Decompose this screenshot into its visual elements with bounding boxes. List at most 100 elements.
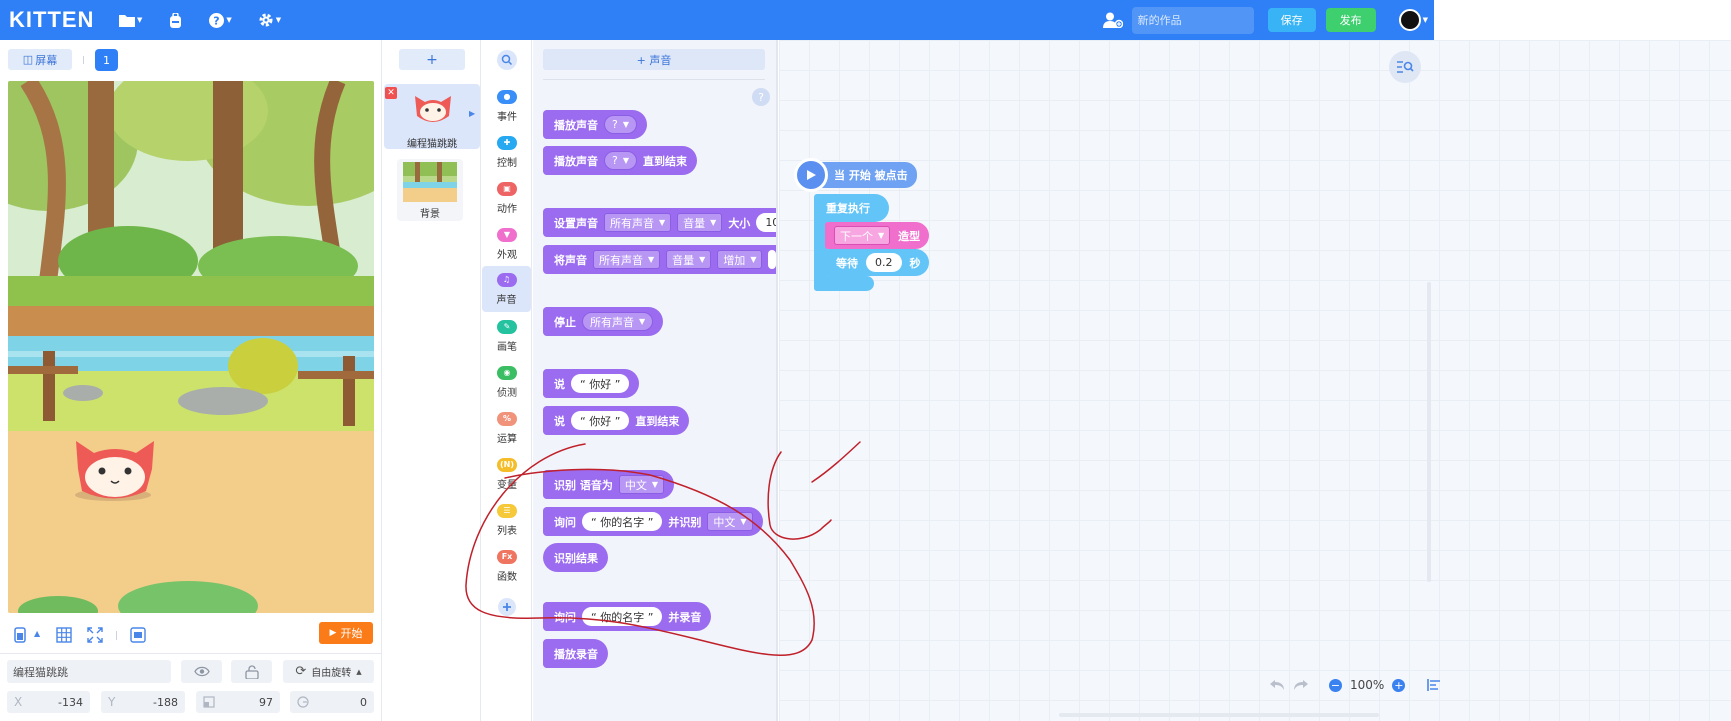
play-recording-block[interactable]: 播放录音 <box>543 639 608 668</box>
save-button[interactable]: 保存 <box>1267 8 1316 32</box>
text-input[interactable]: “ 你的名字 ” <box>582 607 663 626</box>
chevron-down-icon[interactable]: ▼ <box>1423 16 1428 24</box>
sound-target-dropdown[interactable]: 所有声音 ▼ <box>582 312 654 331</box>
chevron-down-icon: ▼ <box>750 255 757 264</box>
add-sound-button[interactable]: + 声音 <box>543 49 765 70</box>
play-sound-until-done-block[interactable]: 播放声音 ? ▼ 直到结束 <box>543 146 697 175</box>
wait-block[interactable]: 等待 0.2 秒 <box>825 249 929 276</box>
ask-and-recognize-block[interactable]: 询问 “ 你的名字 ” 并识别 中文 ▼ <box>543 507 763 536</box>
undo-icon[interactable] <box>1269 679 1285 691</box>
say-until-done-block[interactable]: 说 “ 你好 ” 直到结束 <box>543 406 690 435</box>
screen-number-badge[interactable]: 1 <box>95 49 118 71</box>
screen-icon: ◫ <box>22 53 34 66</box>
category-control[interactable]: ✚ 控制 <box>482 130 532 174</box>
rotation-mode-select[interactable]: ⟳ 自由旋转 ▲ <box>283 660 374 683</box>
horizontal-scrollbar[interactable] <box>1059 713 1379 717</box>
category-motion[interactable]: ▣ 动作 <box>482 176 532 220</box>
category-operators[interactable]: % 运算 <box>482 406 532 450</box>
y-coordinate-field[interactable]: Y -188 <box>101 691 185 713</box>
sprite-item[interactable]: ✕ ▶ 编程猫跳跳 <box>384 84 480 150</box>
category-looks[interactable]: ▼ 外观 <box>482 222 532 266</box>
direction-icon <box>297 696 309 708</box>
sprite-name-field[interactable]: 编程猫跳跳 <box>7 660 171 683</box>
file-menu[interactable]: ▼ <box>119 14 142 27</box>
text-input[interactable]: “ 你的名字 ” <box>582 512 663 531</box>
stop-sound-block[interactable]: 停止 所有声音 ▼ <box>543 307 664 336</box>
redo-icon[interactable] <box>1293 679 1309 691</box>
dropdown-value: 所有声音 <box>590 315 634 329</box>
sound-dropdown[interactable]: ? ▼ <box>604 115 637 134</box>
category-functions[interactable]: Fx 函数 <box>482 544 532 588</box>
property-dropdown[interactable]: 音量 ▼ <box>666 250 712 269</box>
search-icon[interactable] <box>497 50 517 70</box>
grid-icon[interactable] <box>56 627 72 643</box>
help-icon[interactable]: ? <box>752 88 770 106</box>
zoom-in-icon[interactable]: + <box>1392 678 1406 692</box>
set-sound-block[interactable]: 设置声音 所有声音 ▼ 音量 ▼ 大小 10 <box>543 208 776 237</box>
settings-menu[interactable]: ▼ <box>258 12 281 28</box>
change-sound-block[interactable]: 将声音 所有声音 ▼ 音量 ▼ 增加 ▼ <box>543 245 776 274</box>
property-dropdown[interactable]: 音量 ▼ <box>677 213 723 232</box>
block-text: 当 开始 被点击 <box>834 169 908 182</box>
visibility-toggle[interactable] <box>181 660 222 683</box>
value-input[interactable]: 10 <box>756 213 776 232</box>
sound-target-dropdown[interactable]: 所有声音 ▼ <box>604 213 672 232</box>
play-sound-block[interactable]: 播放声音 ? ▼ <box>543 110 647 139</box>
size-field[interactable]: 97 <box>196 691 280 713</box>
publish-button[interactable]: 发布 <box>1325 8 1376 32</box>
say-block[interactable]: 说 “ 你好 ” <box>543 369 640 398</box>
start-button[interactable]: ▶ 开始 <box>319 622 373 644</box>
lock-toggle[interactable] <box>231 660 272 683</box>
language-dropdown[interactable]: 中文 ▼ <box>618 475 664 494</box>
chevron-up-icon[interactable]: ▲ <box>34 629 40 638</box>
category-sound[interactable]: ♫ 声音 <box>482 266 531 312</box>
category-sensing[interactable]: ◉ 侦测 <box>482 360 532 404</box>
zoom-to-fit-button[interactable] <box>1389 51 1421 83</box>
stage-canvas[interactable] <box>8 81 374 613</box>
ask-and-record-block[interactable]: 询问 “ 你的名字 ” 并录音 <box>543 602 712 631</box>
recognition-result-block[interactable]: 识别结果 <box>543 543 608 572</box>
zoom-out-icon[interactable]: − <box>1329 678 1342 692</box>
category-lists[interactable]: ☰ 列表 <box>482 498 532 542</box>
text-input[interactable]: “ 你好 ” <box>571 411 630 430</box>
add-collaborator-icon[interactable] <box>1102 12 1123 28</box>
value-input[interactable] <box>768 250 776 269</box>
screenshot-icon[interactable] <box>130 627 146 643</box>
background-item[interactable]: 背景 <box>397 159 463 221</box>
project-title-input[interactable] <box>1131 6 1254 34</box>
delete-sprite-icon[interactable]: ✕ <box>385 87 397 99</box>
sound-target-dropdown[interactable]: 所有声音 ▼ <box>593 250 661 269</box>
when-start-clicked-block[interactable]: 当 开始 被点击 <box>794 158 917 192</box>
robot-icon: ▣ <box>497 181 517 196</box>
kitten-sprite[interactable] <box>75 441 154 501</box>
costume-dropdown[interactable]: 下一个 ▼ <box>834 226 891 245</box>
add-sprite-button[interactable]: + <box>399 49 465 70</box>
category-variables[interactable]: (N) 变量 <box>482 452 532 496</box>
help-menu[interactable]: ? ▼ <box>209 12 232 28</box>
chevron-right-icon: ▶ <box>469 109 476 118</box>
backpack-menu[interactable] <box>168 12 183 28</box>
add-extension-icon[interactable] <box>498 598 516 616</box>
sound-dropdown[interactable]: ? ▼ <box>604 151 637 170</box>
text-input[interactable]: “ 你好 ” <box>571 374 630 393</box>
block-text: 播放声音 <box>554 118 598 132</box>
script-workspace[interactable]: 当 开始 被点击 重复执行 下一个 ▼ 造型 等待 0.2 秒 − 100% + <box>779 40 1731 721</box>
x-coordinate-field[interactable]: X -134 <box>7 691 90 713</box>
repeat-forever-block[interactable]: 重复执行 <box>814 194 889 222</box>
operation-dropdown[interactable]: 增加 ▼ <box>717 250 763 269</box>
rotate-screen-icon[interactable] <box>14 627 28 643</box>
language-dropdown[interactable]: 中文 ▼ <box>707 512 753 531</box>
category-events[interactable]: ● 事件 <box>482 84 532 128</box>
fullscreen-icon[interactable] <box>87 627 103 643</box>
align-blocks-icon[interactable] <box>1427 679 1441 691</box>
vertical-scrollbar[interactable] <box>1427 282 1431 582</box>
next-costume-block[interactable]: 下一个 ▼ 造型 <box>825 222 929 249</box>
direction-field[interactable]: 0 <box>290 691 374 713</box>
background-thumbnail <box>403 162 457 202</box>
recognize-language-block[interactable]: 识别 语音为 中文 ▼ <box>543 470 674 499</box>
wait-seconds-input[interactable]: 0.2 <box>866 253 902 272</box>
category-pen[interactable]: ✎ 画笔 <box>482 314 532 358</box>
user-avatar[interactable] <box>1398 9 1421 31</box>
block-text: 设置声音 <box>554 216 598 230</box>
screen-button[interactable]: ◫ 屏幕 <box>8 49 72 70</box>
